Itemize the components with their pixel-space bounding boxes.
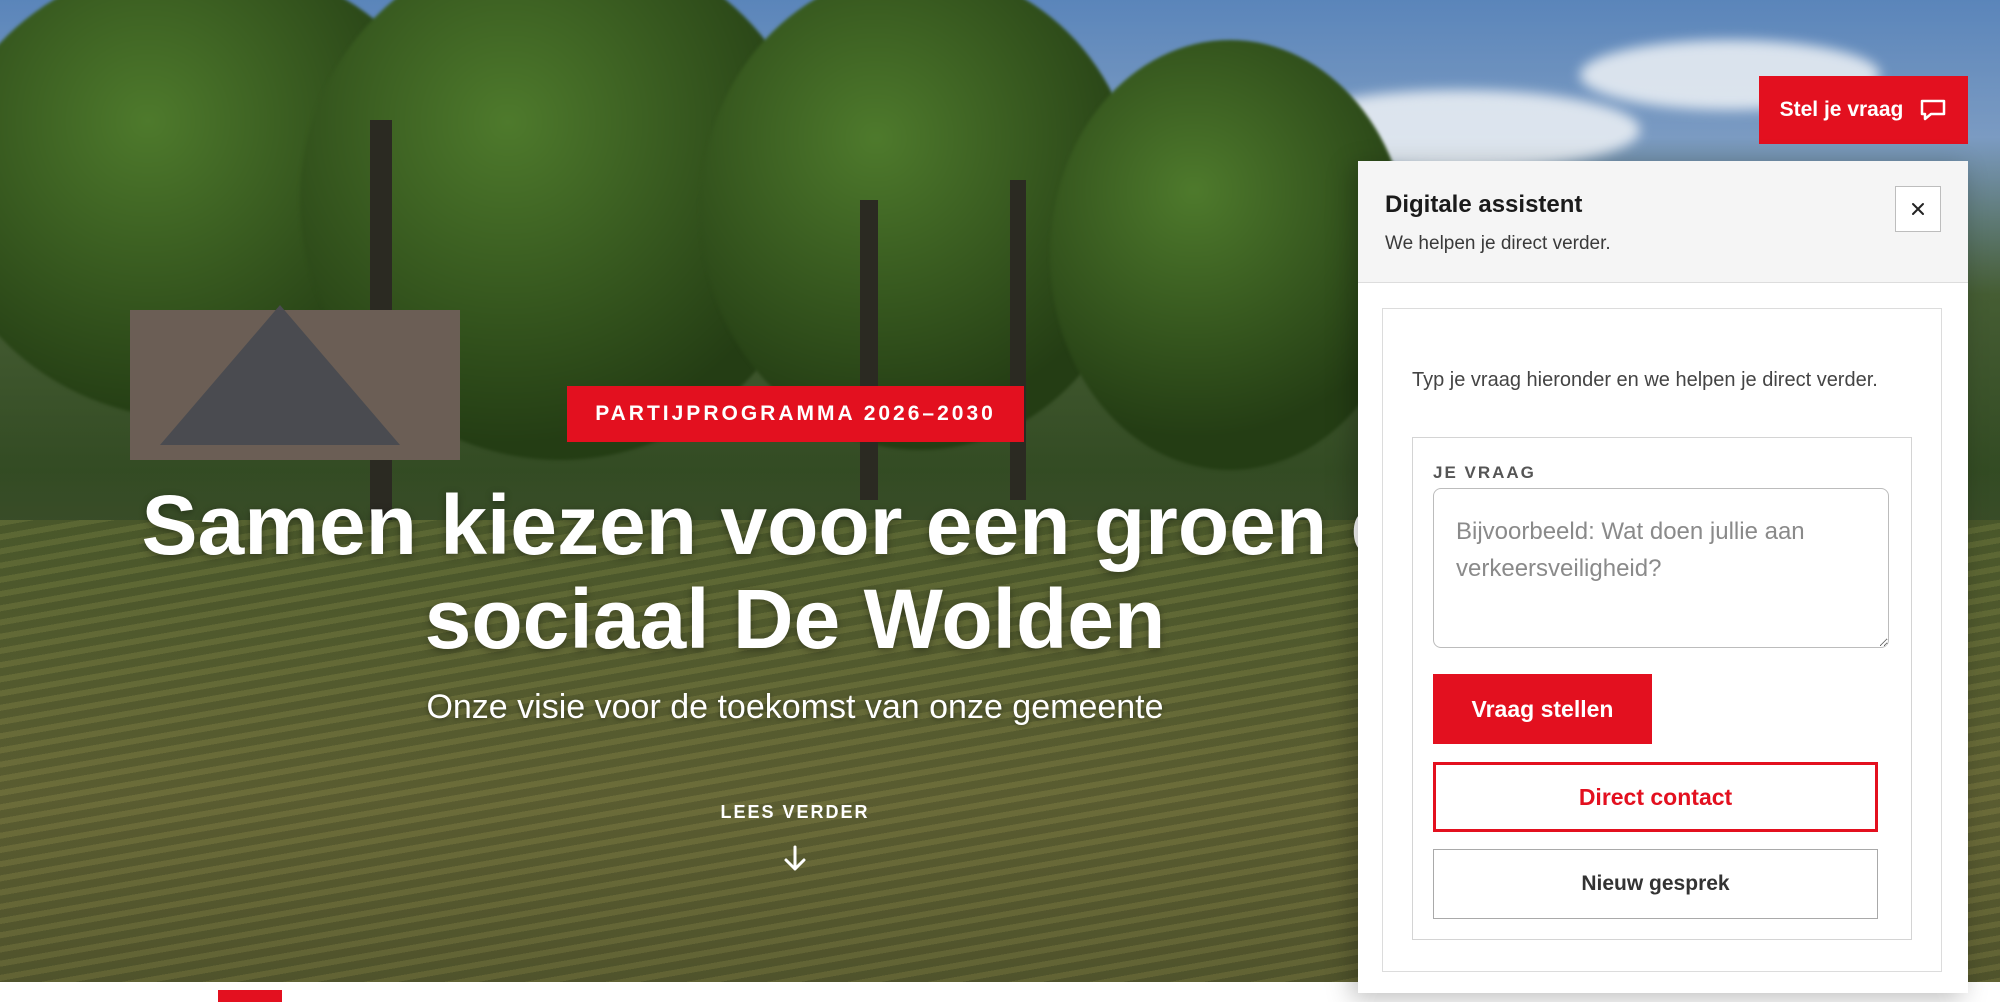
program-badge: PARTIJPROGRAMMA 2026–2030 <box>567 386 1024 442</box>
direct-contact-button[interactable]: Direct contact <box>1433 762 1878 832</box>
chat-bubble-icon <box>1921 99 1946 121</box>
ask-question-label: Stel je vraag <box>1779 98 1904 121</box>
assistant-body: Typ je vraag hieronder en we helpen je d… <box>1382 308 1942 972</box>
arrow-down-icon[interactable] <box>783 845 807 873</box>
assistant-header: Digitale assistent We helpen je direct v… <box>1358 161 1968 283</box>
hero-subtitle: Onze visie voor de toekomst van onze gem… <box>426 688 1164 726</box>
assistant-panel: Digitale assistent We helpen je direct v… <box>1358 161 1968 993</box>
tree-trunk <box>860 200 878 500</box>
question-input[interactable] <box>1433 488 1889 648</box>
new-conversation-button[interactable]: Nieuw gesprek <box>1433 849 1878 919</box>
ask-question-button[interactable]: Stel je vraag <box>1759 76 1968 144</box>
hero-title: Samen kiezen voor een groen en sociaal D… <box>141 478 1449 666</box>
close-button[interactable] <box>1895 186 1941 232</box>
tree-trunk <box>1010 180 1026 500</box>
ask-submit-button[interactable]: Vraag stellen <box>1433 674 1652 744</box>
read-more-link[interactable]: LEES VERDER <box>695 802 895 823</box>
assistant-title: Digitale assistent <box>1385 191 1583 218</box>
tree <box>1050 40 1410 470</box>
question-label: JE VRAAG <box>1433 463 1536 482</box>
question-form: JE VRAAG Vraag stellen Direct contact Ni… <box>1412 437 1912 940</box>
assistant-intro: Typ je vraag hieronder en we helpen je d… <box>1412 369 1878 391</box>
accent-block <box>218 990 282 1002</box>
house-roof <box>160 305 400 445</box>
assistant-subtitle: We helpen je direct verder. <box>1385 233 1611 254</box>
close-icon <box>1912 203 1924 215</box>
